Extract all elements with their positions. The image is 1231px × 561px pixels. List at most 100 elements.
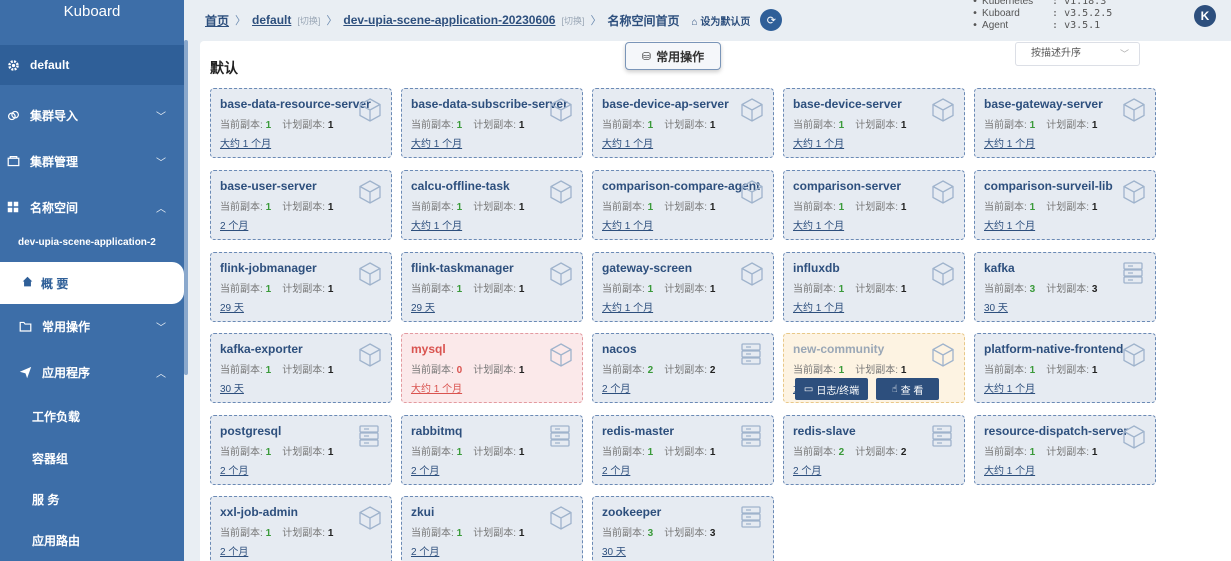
deployment-icon [1122, 424, 1146, 450]
statefulset-icon [931, 424, 955, 450]
chevron-right-icon: 〉 [326, 15, 338, 27]
workload-card[interactable]: nacos 当前副本: 2 计划副本: 22 个月 [592, 333, 774, 403]
workload-card[interactable]: zookeeper 当前副本: 3 计划副本: 3 30 天 [592, 496, 774, 561]
bullet-icon: • [972, 0, 979, 7]
sidebar-item-label: 集群导入 [30, 108, 79, 123]
workload-age: 2 个月 [220, 547, 249, 558]
current-replicas: 1 [647, 202, 654, 213]
sidebar-item-pods[interactable]: 容器组 [0, 450, 184, 467]
sidebar-item-ingress[interactable]: 应用路由 [0, 532, 184, 549]
planned-replicas: 1 [1091, 447, 1098, 458]
workload-card[interactable]: flink-taskmanager 当前副本: 1 计划副本: 1 29 天 [401, 252, 583, 322]
workload-card[interactable]: kafka-exporter 当前副本: 1 计划副本: 1 30 天 [210, 333, 392, 403]
current-replicas: 1 [647, 447, 654, 458]
workload-card[interactable]: comparison-compare-agent 当前副本: 1 计划副本: 1大… [592, 170, 774, 240]
current-replicas: 1 [456, 447, 463, 458]
planned-replicas: 1 [900, 202, 907, 213]
workload-card[interactable]: base-device-ap-server 当前副本: 1 计划副本: 1 大约 1… [592, 88, 774, 158]
home-icon: ⌂ [691, 16, 698, 28]
workload-age: 大约 1 个月 [602, 303, 654, 314]
sidebar-item-cluster-manage[interactable]: 集群管理 ﹀ [0, 141, 184, 181]
sidebar-item-applications[interactable]: 应用程序 ︿ [0, 352, 184, 392]
planned-replicas: 1 [518, 120, 525, 131]
workload-card[interactable]: kafka 当前副本: 3 计划副本: 3 30 天 [974, 252, 1156, 322]
chevron-down-icon: ﹀ [156, 111, 166, 123]
workload-age: 大约 1 个月 [793, 221, 845, 232]
statefulset-icon [549, 424, 573, 450]
common-ops-button[interactable]: ⛁ 常用操作 [625, 42, 721, 70]
workload-card[interactable]: mysql 当前副本: 0 计划副本: 1 大约 1 个月 [401, 333, 583, 403]
refresh-button[interactable]: ⟳ [760, 9, 783, 31]
workload-card[interactable]: redis-slave 当前副本: 2 计划副本: 22 个月 [783, 415, 965, 485]
switch-cluster-link[interactable]: [切换] [297, 14, 320, 27]
workload-card[interactable]: platform-native-frontend 当前副本: 1 计划副本: 1大… [974, 333, 1156, 403]
workload-card[interactable]: gateway-screen 当前副本: 1 计划副本: 1 大约 1 个月 [592, 252, 774, 322]
sidebar-item-workloads[interactable]: 工作负载 [0, 408, 184, 425]
sidebar-item-common-ops[interactable]: 常用操作 ﹀ [0, 306, 184, 346]
deployment-icon [740, 179, 764, 205]
avatar[interactable]: K [1194, 5, 1216, 27]
sidebar-item-overview[interactable]: 概 要 [0, 262, 184, 304]
deployment-icon [931, 179, 955, 205]
workload-card[interactable]: comparison-surveil-lib 当前副本: 1 计划副本: 1 大约 … [974, 170, 1156, 240]
workload-card[interactable]: base-data-resource-server 当前副本: 1 计划副本: 1… [210, 88, 392, 158]
planned-replicas: 1 [900, 120, 907, 131]
sidebar-scrollbar[interactable] [184, 40, 188, 375]
workload-card[interactable]: zkui 当前副本: 1 计划副本: 12 个月 [401, 496, 583, 561]
workload-card[interactable]: calcu-offline-task 当前副本: 1 计划副本: 1 大约 1 个月 [401, 170, 583, 240]
deployment-icon [549, 505, 573, 531]
planned-replicas: 1 [327, 365, 334, 376]
workload-card[interactable]: rabbitmq 当前副本: 1 计划副本: 12 个月 [401, 415, 583, 485]
sidebar-item-label: default [30, 58, 70, 72]
view-button[interactable]: ☝ 查 看 [876, 378, 939, 400]
current-replicas: 1 [1029, 447, 1036, 458]
workload-age: 大约 1 个月 [984, 384, 1036, 395]
breadcrumb-home[interactable]: 首页 [205, 12, 229, 29]
planned-replicas: 1 [709, 202, 716, 213]
workload-card[interactable]: influxdb 当前副本: 1 计划副本: 1 大约 1 个月 [783, 252, 965, 322]
workload-age: 大约 1 个月 [984, 221, 1036, 232]
current-replicas: 1 [838, 120, 845, 131]
workload-card[interactable]: base-data-subscribe-server 当前副本: 1 计划副本: … [401, 88, 583, 158]
workload-age: 30 天 [602, 547, 626, 558]
workload-age: 2 个月 [220, 466, 249, 477]
sidebar-item-services[interactable]: 服 务 [0, 491, 184, 508]
workload-card[interactable]: xxl-job-admin 当前副本: 1 计划副本: 12 个月 [210, 496, 392, 561]
sidebar-namespace-name[interactable]: dev-upia-scene-application-2 [0, 237, 184, 248]
breadcrumb-namespace[interactable]: dev-upia-scene-application-20230606 [343, 13, 555, 27]
sort-select[interactable]: 按描述升序 ﹀ [1015, 42, 1140, 66]
workload-age: 大约 1 个月 [411, 384, 463, 395]
workload-age: 2 个月 [411, 547, 440, 558]
workload-age: 大约 1 个月 [984, 139, 1036, 150]
current-replicas: 1 [456, 528, 463, 539]
workload-card[interactable]: base-device-server 当前副本: 1 计划副本: 1 大约 1 个月 [783, 88, 965, 158]
gear-icon [6, 58, 20, 72]
sidebar-item-namespace[interactable]: 名称空间 ︿ [0, 187, 184, 227]
statefulset-icon [740, 505, 764, 531]
workload-card[interactable]: postgresql 当前副本: 1 计划副本: 12 个月 [210, 415, 392, 485]
statefulset-icon [740, 424, 764, 450]
current-replicas: 1 [265, 528, 272, 539]
workload-card[interactable]: resource-dispatch-server 当前副本: 1 计划副本: 1大… [974, 415, 1156, 485]
monitor-icon: ▭ [803, 383, 814, 395]
planned-replicas: 1 [327, 284, 334, 295]
planned-replicas: 1 [709, 447, 716, 458]
logs-terminal-button[interactable]: ▭ 日志/终端 [795, 378, 868, 400]
deployment-icon [549, 179, 573, 205]
workload-card[interactable]: comparison-server 当前副本: 1 计划副本: 1 大约 1 个月 [783, 170, 965, 240]
workload-age: 29 天 [411, 303, 435, 314]
workload-card[interactable]: new-community当前副本: 1 计划副本: 1大▭日志/终端☝查 看 [783, 333, 965, 403]
set-default-page-button[interactable]: ⌂ 设为默认页 [692, 13, 751, 28]
current-replicas: 1 [456, 284, 463, 295]
workload-card[interactable]: base-gateway-server 当前副本: 1 计划副本: 1 大约 1 个… [974, 88, 1156, 158]
breadcrumb-cluster[interactable]: default [252, 13, 291, 27]
workload-card[interactable]: redis-master 当前副本: 1 计划副本: 12 个月 [592, 415, 774, 485]
workload-card[interactable]: base-user-server 当前副本: 1 计划副本: 12 个月 [210, 170, 392, 240]
workload-card[interactable]: flink-jobmanager 当前副本: 1 计划副本: 1 29 天 [210, 252, 392, 322]
sidebar-item-cluster-import[interactable]: 集群导入 ﹀ [0, 95, 184, 135]
planned-replicas: 2 [709, 365, 716, 376]
switch-namespace-link[interactable]: [切换] [561, 14, 584, 27]
workload-age: 大约 1 个月 [793, 139, 845, 150]
sidebar-item-default[interactable]: default [0, 45, 184, 85]
thumb-icon: ☝ [891, 383, 898, 395]
